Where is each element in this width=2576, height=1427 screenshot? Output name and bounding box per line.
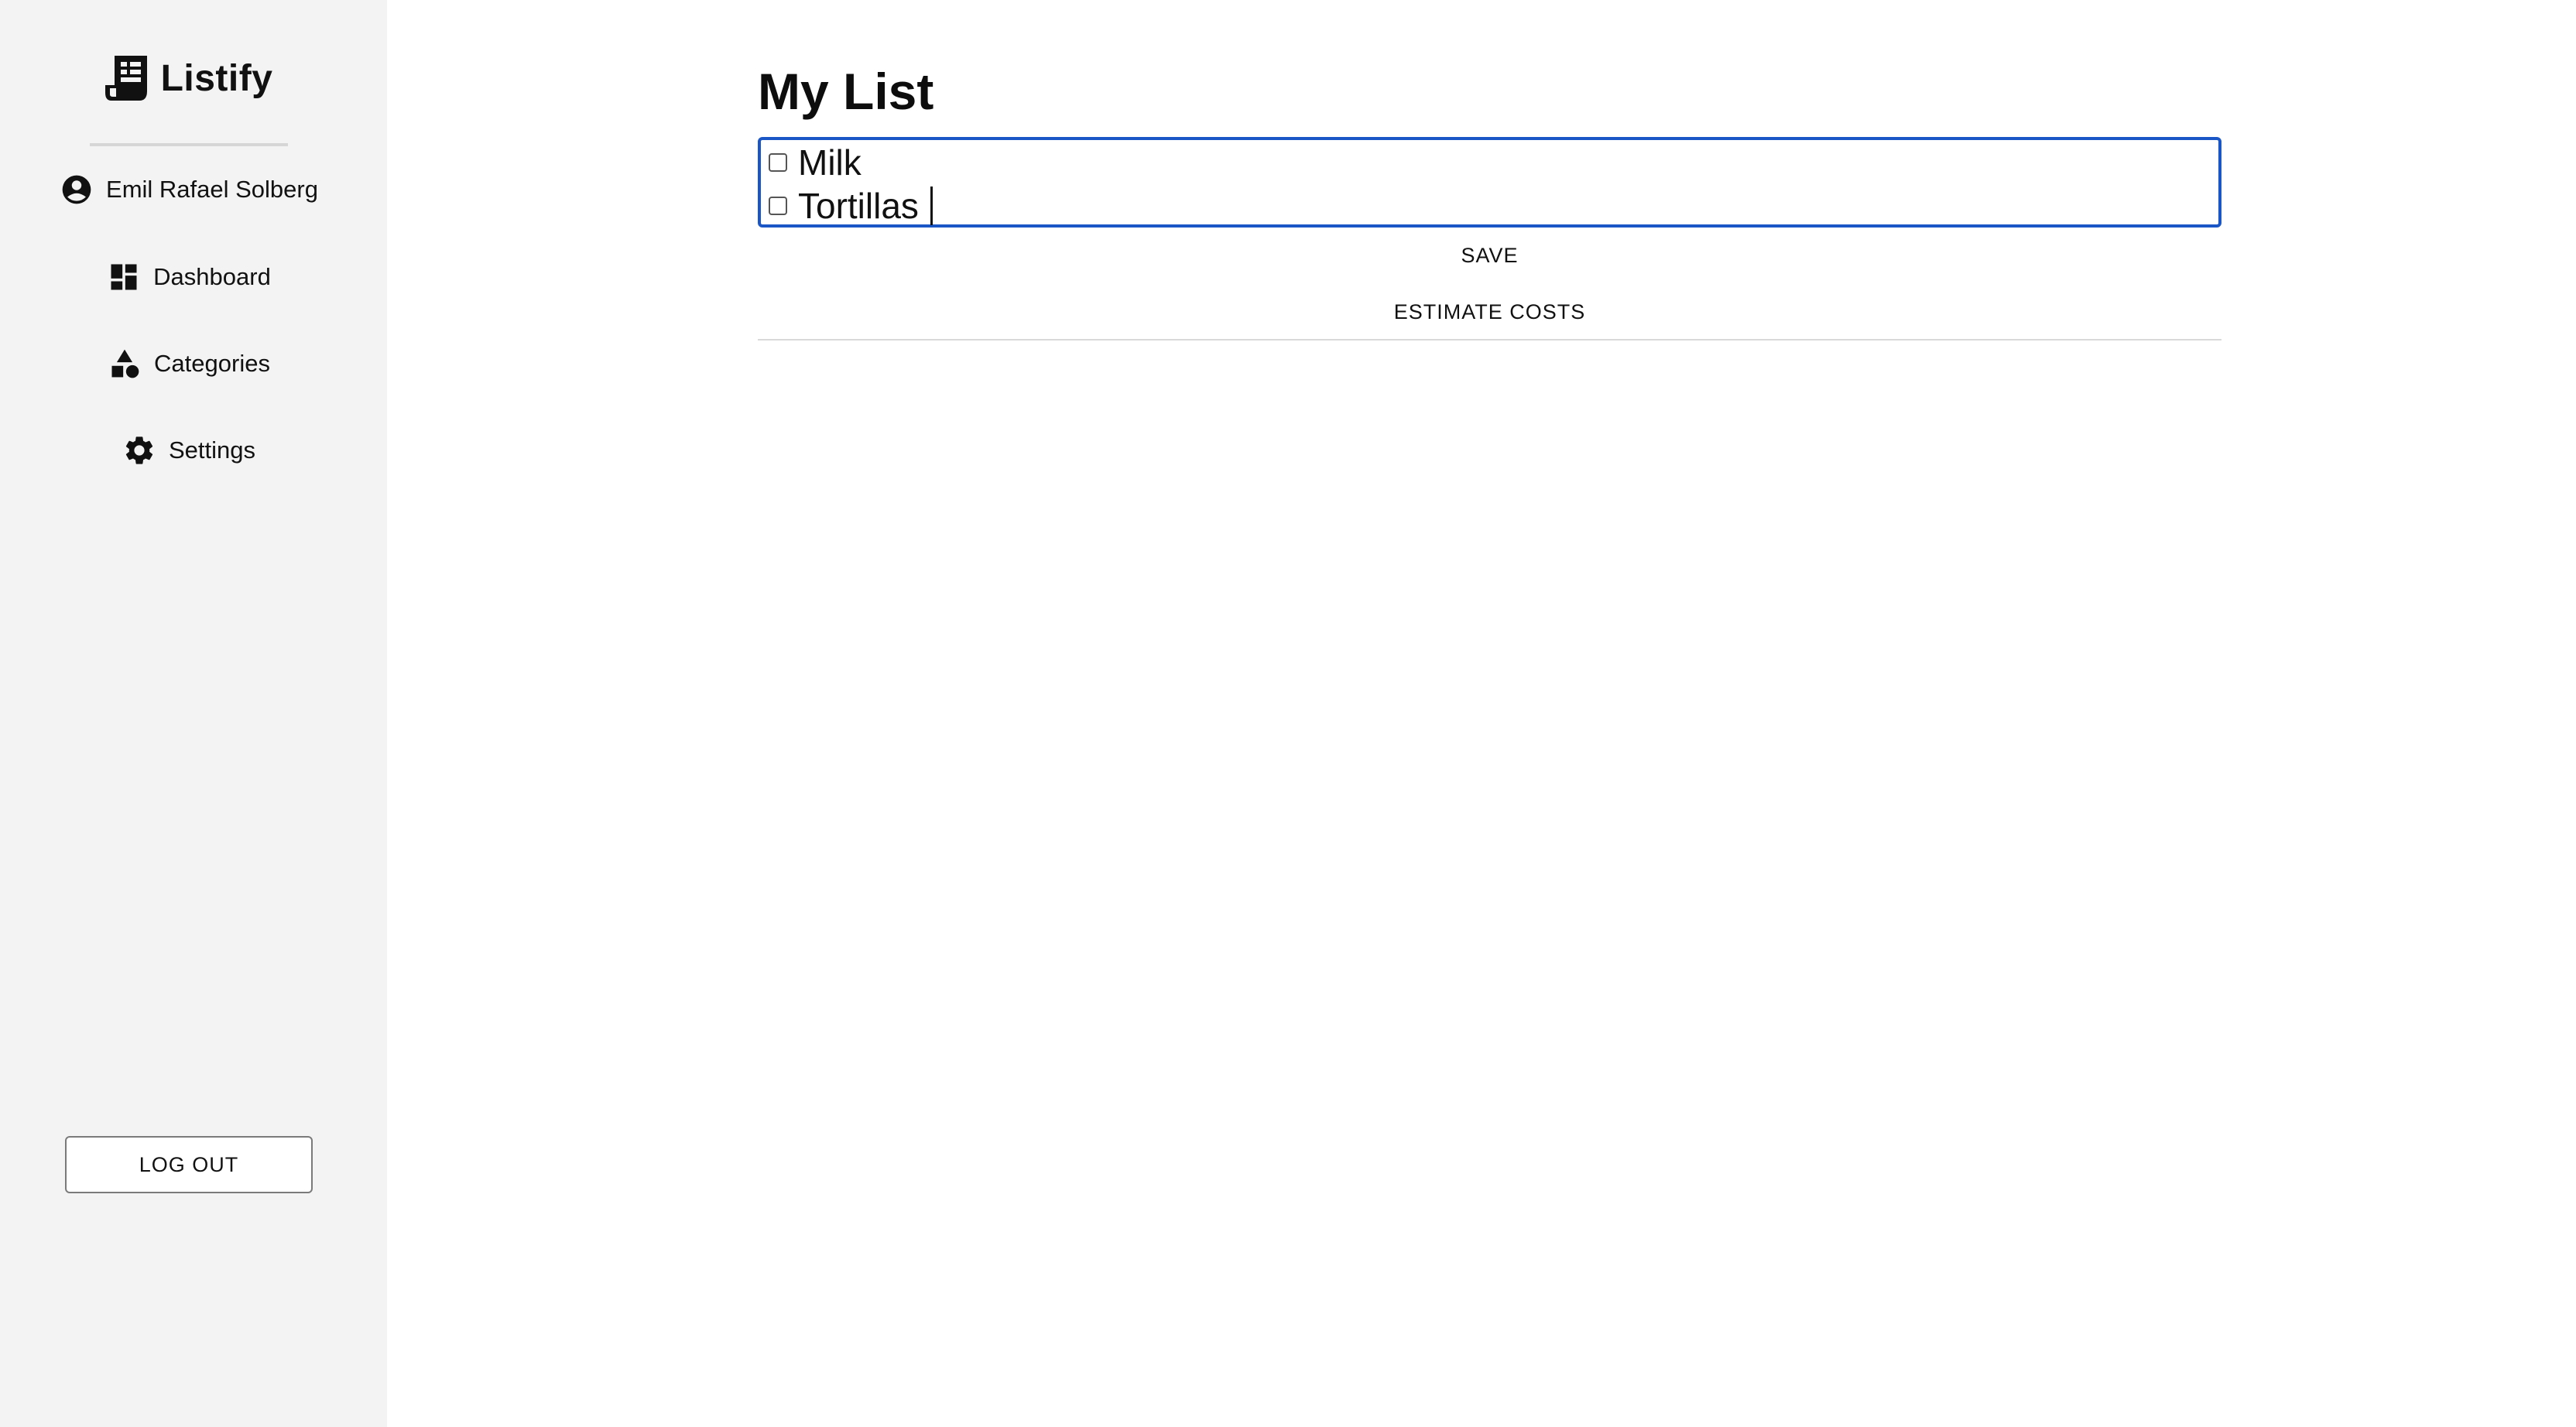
- receipt-icon: [104, 54, 150, 102]
- dashboard-icon: [107, 260, 141, 294]
- list-item: Tortillas: [769, 184, 2211, 228]
- item-checkbox[interactable]: [769, 153, 787, 172]
- sidebar-divider: [90, 143, 288, 146]
- brand[interactable]: Listify: [0, 51, 378, 105]
- list-item: Milk: [769, 141, 2211, 184]
- sidebar-item-dashboard[interactable]: Dashboard: [0, 252, 378, 302]
- sidebar-user[interactable]: Emil Rafael Solberg: [0, 165, 378, 214]
- list-item-text[interactable]: Tortillas: [798, 185, 919, 227]
- estimate-costs-button[interactable]: ESTIMATE COSTS: [758, 289, 2221, 335]
- user-name: Emil Rafael Solberg: [106, 176, 318, 203]
- save-button[interactable]: SAVE: [758, 232, 2221, 279]
- logout-button[interactable]: LOG OUT: [65, 1136, 313, 1193]
- sidebar-item-settings[interactable]: Settings: [0, 426, 378, 475]
- gear-icon: [122, 433, 156, 467]
- sidebar: Listify Emil Rafael Solberg Dashboard Ca…: [0, 0, 387, 1427]
- app-root: Listify Emil Rafael Solberg Dashboard Ca…: [0, 0, 2576, 1427]
- item-checkbox[interactable]: [769, 197, 787, 215]
- divider: [758, 339, 2221, 340]
- text-cursor: [930, 187, 933, 225]
- account-circle-icon: [60, 173, 94, 207]
- app-name: Listify: [160, 57, 273, 99]
- sidebar-item-label: Settings: [168, 436, 255, 464]
- page-title: My List: [758, 63, 934, 120]
- category-icon: [108, 347, 142, 381]
- list-item-text[interactable]: Milk: [798, 142, 862, 183]
- sidebar-item-categories[interactable]: Categories: [0, 339, 378, 388]
- sidebar-item-label: Categories: [154, 350, 270, 377]
- list-editor[interactable]: Milk Tortillas: [758, 137, 2221, 228]
- sidebar-item-label: Dashboard: [153, 263, 271, 290]
